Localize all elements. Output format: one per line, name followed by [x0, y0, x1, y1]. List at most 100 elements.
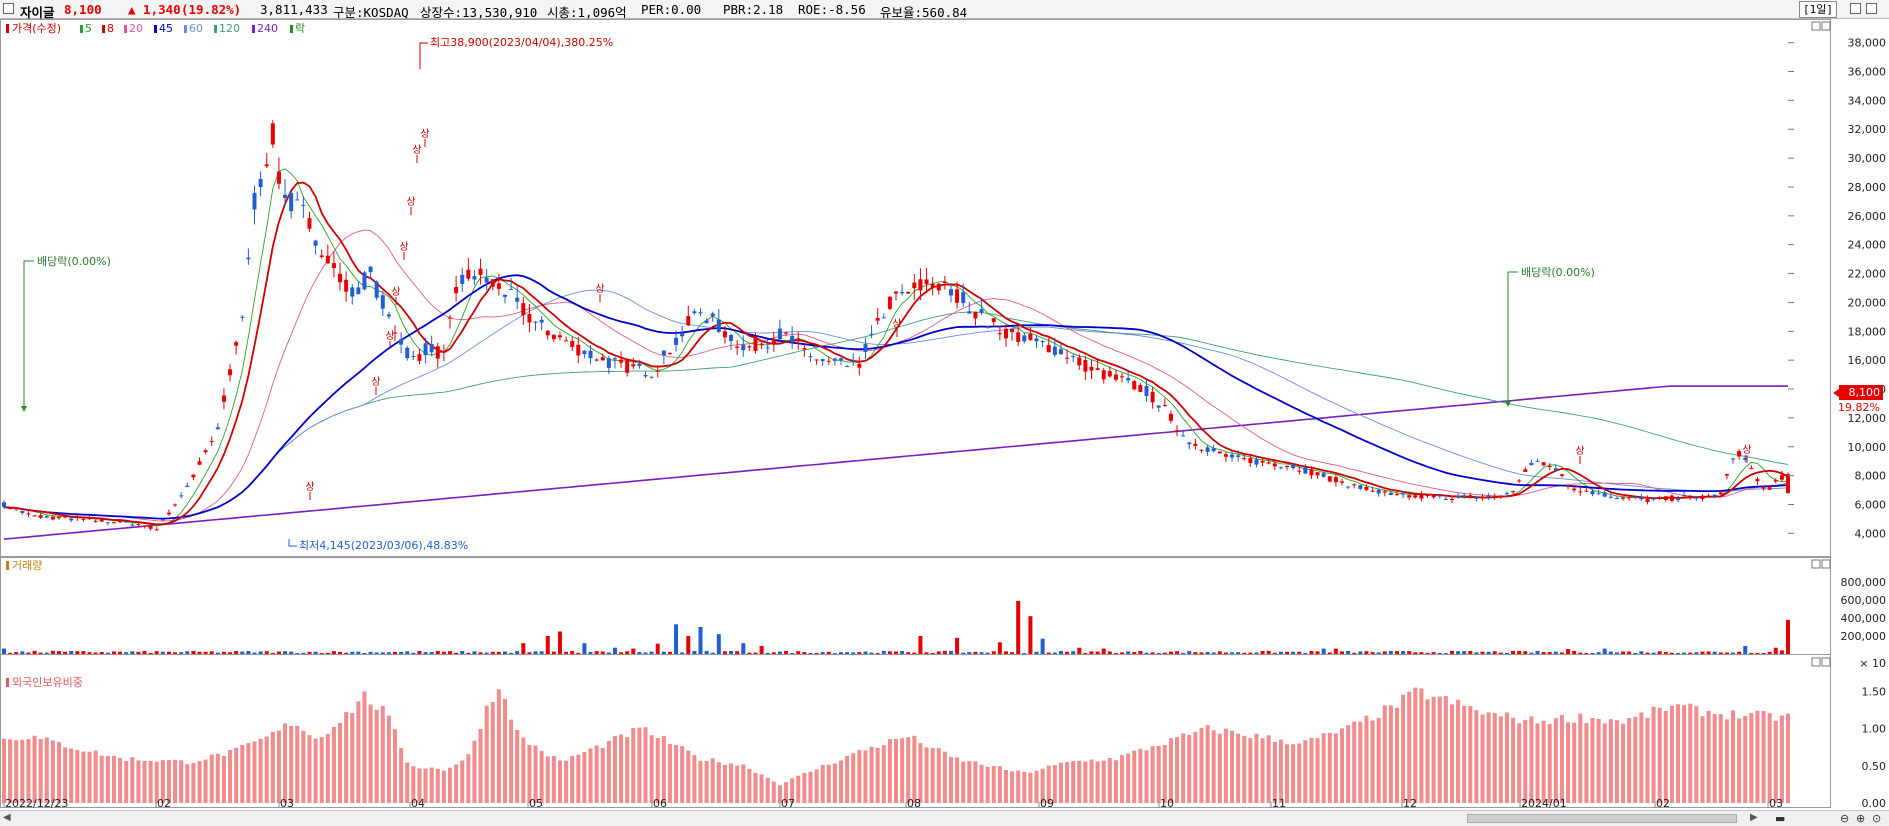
volume-bar — [1407, 651, 1412, 654]
candle-body — [185, 485, 190, 487]
high-annotation: 최고38,900(2023/04/04),380.25% — [419, 36, 613, 69]
stock-chart[interactable]: 4,0006,0008,00010,00012,00014,00016,0001… — [0, 19, 1889, 810]
candle — [289, 190, 294, 219]
legend-item-4: 60 — [189, 22, 203, 35]
volume-bar — [496, 651, 501, 654]
volume-bar — [1285, 651, 1290, 654]
volume-bar — [14, 652, 19, 654]
volume-panel-close-icon[interactable] — [1821, 559, 1831, 569]
volume-bar — [900, 651, 905, 654]
foreign-bar — [1517, 723, 1522, 803]
foreign-bar — [967, 761, 972, 803]
scroll-right-icon[interactable]: ▶ — [1750, 812, 1758, 823]
foreign-bar — [753, 772, 758, 803]
candle — [1749, 465, 1754, 470]
candle-body — [1175, 430, 1180, 432]
volume-bar — [44, 652, 49, 654]
panel-close-icon[interactable] — [1821, 21, 1831, 31]
volume-bar — [154, 651, 159, 654]
window-icon[interactable] — [3, 3, 14, 14]
foreign-bar — [124, 760, 129, 803]
foreign-bar — [1486, 712, 1491, 803]
scroll-left-icon[interactable]: ◀ — [3, 812, 11, 823]
candle-body — [1248, 458, 1253, 464]
limit-up-marker-5: 상 — [406, 196, 415, 208]
zoom-slider-icon[interactable]: ▬ — [1775, 812, 1785, 825]
candle — [735, 340, 740, 356]
volume-bar — [368, 651, 373, 654]
volume-bar — [674, 624, 679, 654]
volume-bar — [991, 651, 996, 654]
volume-bar — [619, 652, 624, 654]
foreign-bar — [1443, 696, 1448, 803]
candle-body — [863, 344, 868, 352]
candle-body — [704, 320, 709, 324]
close-icon[interactable] — [1866, 3, 1877, 14]
candle-body — [307, 218, 312, 229]
volume-bar — [472, 651, 477, 654]
volume-bar — [997, 642, 1002, 654]
candle-body — [258, 178, 263, 188]
volume-bar — [649, 651, 654, 654]
candle-body — [796, 339, 801, 342]
volume-title-swatch — [6, 561, 9, 570]
volume-bar — [979, 652, 984, 654]
foreign-bar — [1388, 705, 1393, 803]
zoom-reset-icon[interactable]: ⊙ — [1872, 812, 1881, 825]
candle-body — [1315, 472, 1320, 476]
legend-swatch-2 — [124, 25, 127, 33]
candle-body — [857, 363, 862, 368]
x-label-12: 2024/01 — [1521, 797, 1567, 810]
horizontal-scrollbar[interactable]: ◀ ▶ ▬ ⊖ ⊕ ⊙ — [0, 810, 1889, 826]
volume-bar — [710, 652, 715, 654]
volume-bar — [1706, 651, 1711, 654]
zoom-in-icon[interactable]: ⊕ — [1856, 812, 1865, 825]
foreign-bar — [1584, 723, 1589, 803]
x-label-8: 09 — [1040, 797, 1054, 810]
volume-bar — [594, 651, 599, 654]
candle — [240, 315, 245, 322]
foreign-panel-close-icon[interactable] — [1821, 657, 1831, 667]
foreign-bar — [606, 740, 611, 803]
candle-body — [240, 316, 245, 318]
zoom-out-icon[interactable]: ⊖ — [1840, 812, 1849, 825]
foreign-bar — [655, 738, 660, 803]
candle-body — [557, 335, 562, 338]
candle-body — [674, 337, 679, 345]
foreign-bar — [1676, 704, 1681, 803]
candle-body — [545, 330, 550, 336]
candle-body — [753, 337, 758, 351]
volume-bar — [527, 652, 532, 654]
price-tick-label-11: 26,000 — [1848, 210, 1887, 223]
volume-bar — [1266, 650, 1271, 654]
foreign-tick-label-2: 1.00 — [1862, 723, 1887, 736]
foreign-bar — [1718, 714, 1723, 803]
foreign-bar — [246, 743, 251, 803]
candle-body — [1028, 333, 1033, 340]
maximize-icon[interactable] — [1850, 3, 1861, 14]
scroll-thumb[interactable] — [1467, 814, 1737, 823]
candle — [790, 326, 795, 349]
candle-body — [906, 291, 911, 294]
panel-maximize-icon[interactable] — [1811, 21, 1821, 31]
candle-body — [1187, 442, 1192, 445]
foreign-bar — [716, 762, 721, 803]
foreign-bar — [582, 752, 587, 803]
period-selector[interactable]: [1일] — [1799, 1, 1837, 18]
volume-panel-maximize-icon[interactable] — [1811, 559, 1821, 569]
candle — [270, 120, 275, 148]
volume-bar — [1077, 647, 1082, 654]
candle — [228, 363, 233, 382]
volume-bar — [289, 651, 294, 654]
candle-body — [356, 287, 361, 295]
foreign-bar — [252, 741, 257, 803]
candle-body — [1718, 492, 1723, 495]
price-tick-label-1: 6,000 — [1855, 498, 1887, 511]
candle — [1144, 378, 1149, 402]
foreign-bar — [851, 753, 856, 803]
legend-item-1: 8 — [107, 22, 114, 35]
foreign-panel-maximize-icon[interactable] — [1811, 657, 1821, 667]
candle — [619, 351, 624, 368]
price-tick-label-7: 18,000 — [1848, 325, 1887, 338]
foreign-bar — [32, 735, 37, 803]
